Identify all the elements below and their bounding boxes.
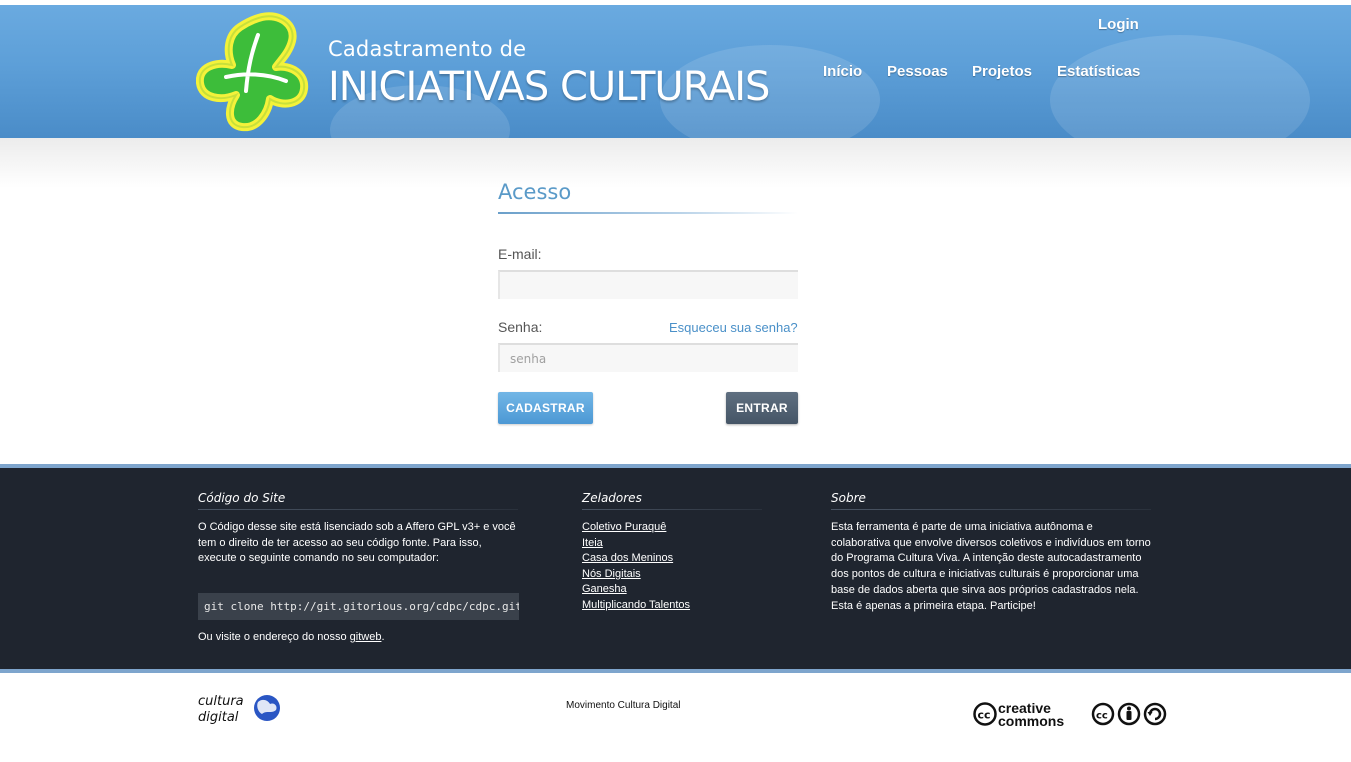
cc-line2: commons xyxy=(998,713,1064,728)
gitweb-link[interactable]: gitweb xyxy=(350,631,382,643)
login-link[interactable]: Login xyxy=(1098,16,1139,33)
header-subtitle: Cadastramento de xyxy=(328,37,527,61)
git-command[interactable]: git clone http://git.gitorious.org/cdpc/… xyxy=(198,593,519,620)
footer-visit-text: Ou visite o endereço do nosso gitweb. xyxy=(198,630,520,646)
cultura-digital-logo-icon[interactable]: cultura digital xyxy=(198,690,282,726)
creative-commons-logo-icon[interactable]: cc creative commons cc xyxy=(973,700,1167,728)
register-button[interactable]: CADASTRAR xyxy=(498,392,593,424)
email-label: E-mail: xyxy=(498,246,542,262)
email-field[interactable] xyxy=(498,270,798,299)
nav-estatisticas[interactable]: Estatísticas xyxy=(1057,63,1140,80)
nav-inicio[interactable]: Início xyxy=(823,63,862,80)
form-title-divider xyxy=(498,212,798,214)
header-shadow xyxy=(0,138,1351,188)
forgot-password-link[interactable]: Esqueceu sua senha? xyxy=(669,320,798,335)
footer-sobre-divider xyxy=(831,509,1151,510)
zelador-link[interactable]: Coletivo Puraquê xyxy=(582,521,666,533)
zelador-link[interactable]: Nós Digitais xyxy=(582,568,641,580)
zelador-link[interactable]: Casa dos Meninos xyxy=(582,552,673,564)
footer-zeladores-divider xyxy=(582,509,762,510)
login-button[interactable]: ENTRAR xyxy=(726,392,798,424)
zelador-link[interactable]: Iteia xyxy=(582,537,603,549)
footer-sobre-title: Sobre xyxy=(831,491,866,505)
header-title: INICIATIVAS CULTURAIS xyxy=(328,64,770,110)
svg-text:cc: cc xyxy=(1096,711,1108,722)
nav-projetos[interactable]: Projetos xyxy=(972,63,1032,80)
zeladores-list: Coletivo Puraquê Iteia Casa dos Meninos … xyxy=(582,520,690,614)
header-cloud xyxy=(1050,35,1310,138)
cd-logo-line1: cultura xyxy=(198,694,244,709)
visit-prefix: Ou visite o endereço do nosso xyxy=(198,631,350,643)
password-label: Senha: xyxy=(498,319,543,335)
footer-zeladores-title: Zeladores xyxy=(582,491,642,505)
footer-code-text: O Código desse site está lisenciado sob … xyxy=(198,521,516,565)
form-title: Acesso xyxy=(498,180,572,204)
visit-suffix: . xyxy=(381,631,385,643)
site-header: Cadastramento de INICIATIVAS CULTURAIS L… xyxy=(0,5,1351,138)
footer-code-divider xyxy=(198,509,518,510)
svg-text:cc: cc xyxy=(978,709,991,722)
nav-pessoas[interactable]: Pessoas xyxy=(887,63,948,80)
cd-logo-line2: digital xyxy=(198,710,239,725)
footer-code-title: Código do Site xyxy=(198,491,286,505)
footer-movement-text: Movimento Cultura Digital xyxy=(566,700,681,711)
site-logo-icon[interactable] xyxy=(196,11,310,133)
password-field[interactable] xyxy=(498,343,798,372)
footer-sobre-text: Esta ferramenta é parte de uma iniciativ… xyxy=(831,521,1151,612)
zelador-link[interactable]: Ganesha xyxy=(582,583,627,595)
zelador-link[interactable]: Multiplicando Talentos xyxy=(582,599,690,611)
